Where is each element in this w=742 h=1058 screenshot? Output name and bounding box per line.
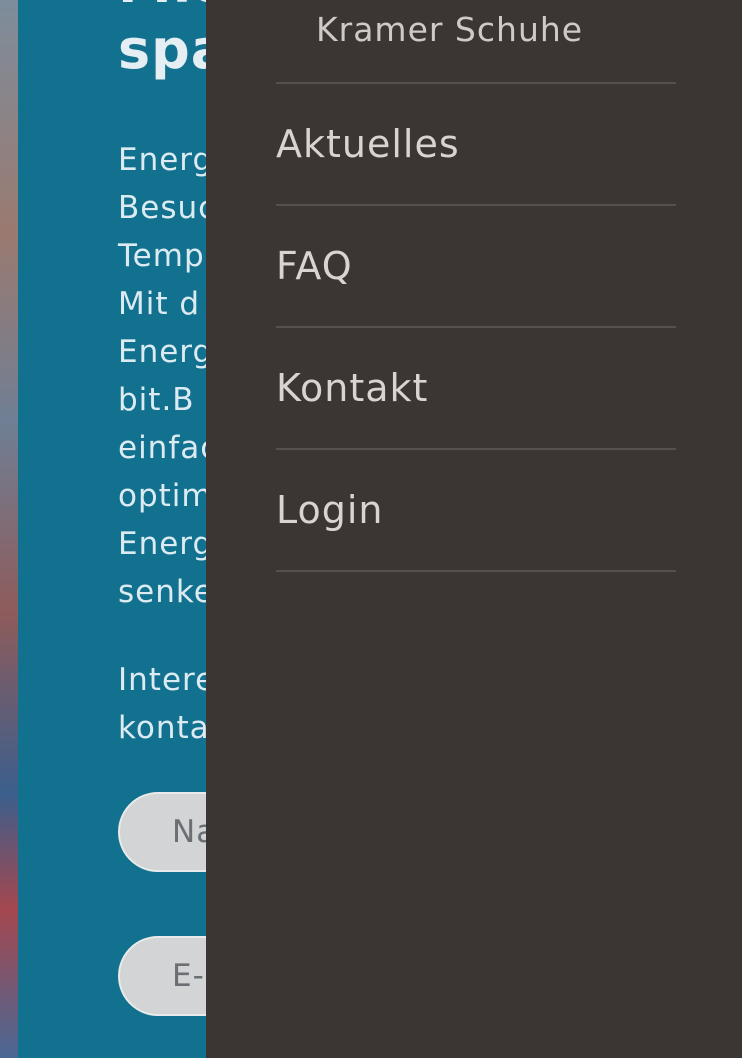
menu-divider <box>276 326 676 328</box>
menu-divider <box>276 448 676 450</box>
menu-item-login[interactable]: Login <box>276 488 384 532</box>
menu-item-faq[interactable]: FAQ <box>276 244 353 288</box>
menu-divider <box>276 82 676 84</box>
nav-menu: Kramer Schuhe Aktuelles FAQ Kontakt Logi… <box>206 0 742 1058</box>
menu-divider <box>276 570 676 572</box>
headline-top: Mit <box>118 0 219 16</box>
menu-divider <box>276 204 676 206</box>
menu-subitem-kramer-schuhe[interactable]: Kramer Schuhe <box>316 10 583 49</box>
menu-item-aktuelles[interactable]: Aktuelles <box>276 122 460 166</box>
menu-item-kontakt[interactable]: Kontakt <box>276 366 428 410</box>
